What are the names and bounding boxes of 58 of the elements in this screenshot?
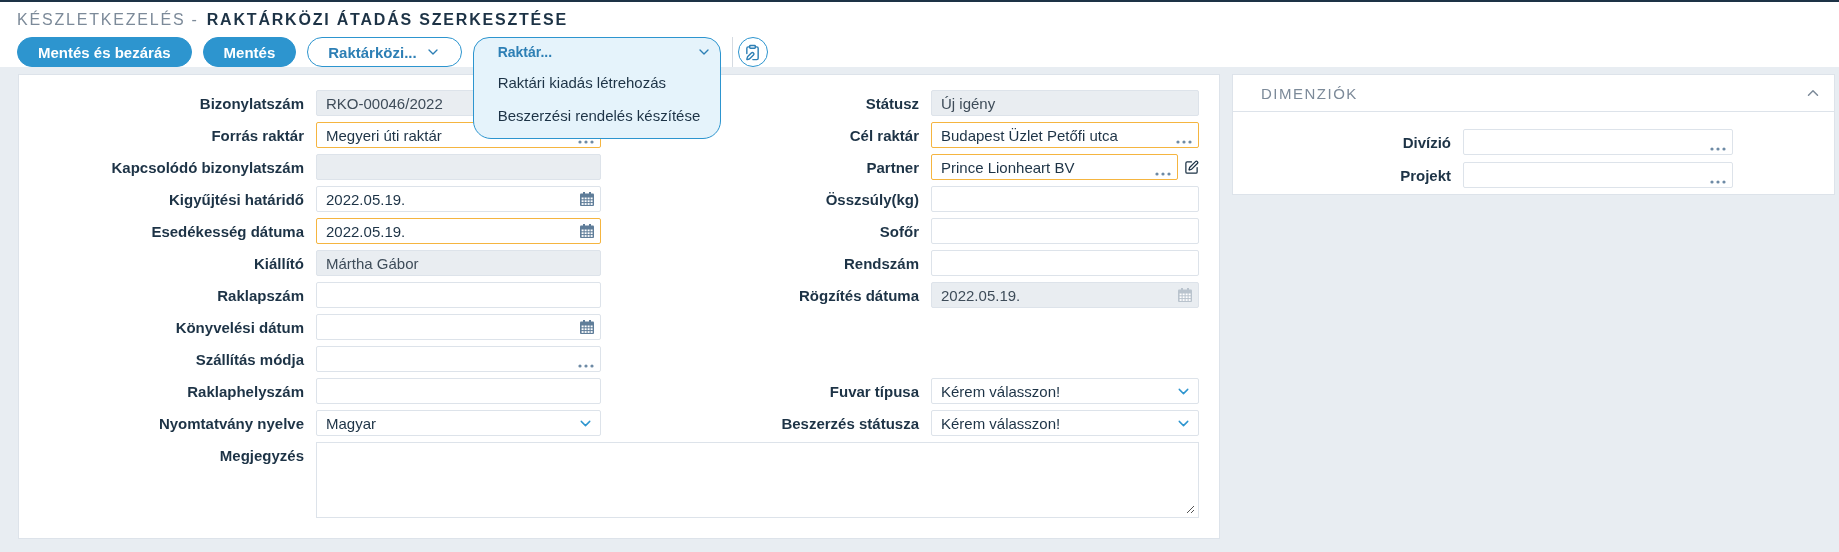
select-field[interactable]: Kérem válasszon! <box>931 378 1199 404</box>
field-label: Könyvelési dátum <box>174 318 304 336</box>
field-label: Projekt <box>1399 166 1451 184</box>
field-label: Sofőr <box>878 222 919 240</box>
input-field[interactable] <box>931 186 1199 212</box>
menu-button[interactable]: Raktárközi... <box>307 37 462 67</box>
panel-title: DIMENZIÓK <box>1261 84 1358 102</box>
field-label: Kigyűjtési határidő <box>167 190 304 208</box>
input-field[interactable] <box>1463 162 1733 188</box>
page-title: RAKTÁRKÖZI ÁTADÁS SZERKESZTÉSE <box>206 11 568 29</box>
date-field[interactable] <box>316 314 601 340</box>
input-field[interactable] <box>316 346 601 372</box>
input-field[interactable] <box>316 378 601 404</box>
calendar-icon[interactable] <box>580 320 594 334</box>
calendar-icon[interactable] <box>580 192 594 206</box>
more-icon[interactable] <box>1176 140 1192 144</box>
more-icon[interactable] <box>578 140 594 144</box>
field-label: Raklaphelyszám <box>186 382 304 400</box>
field-label: Divízió <box>1401 133 1451 151</box>
textarea-field[interactable] <box>316 442 1199 518</box>
input-field[interactable] <box>316 282 601 308</box>
field-label: Rögzítés dátuma <box>798 286 919 304</box>
calendar-icon[interactable] <box>580 224 594 238</box>
date-field[interactable]: 2022.05.19. <box>316 218 601 244</box>
field-label: Cél raktár <box>848 126 919 144</box>
more-icon[interactable] <box>578 364 594 368</box>
input-field[interactable]: Budapest Üzlet Petőfi utca <box>931 122 1199 148</box>
field-label: Összsúly(kg) <box>824 190 919 208</box>
more-icon[interactable] <box>1710 147 1726 151</box>
field-label: Státusz <box>864 94 919 112</box>
dropdown-button[interactable]: Raktár... <box>473 38 720 66</box>
clipboard-button[interactable] <box>737 37 768 67</box>
field-label: Kiállító <box>253 254 304 272</box>
field-label: Rendszám <box>842 254 919 272</box>
field-label: Esedékesség dátuma <box>150 222 304 240</box>
more-icon[interactable] <box>1155 172 1171 176</box>
input-field[interactable]: Prince Lionheart BV <box>931 154 1178 180</box>
input-field[interactable] <box>931 218 1199 244</box>
field-label: Raklapszám <box>216 286 304 304</box>
field-label: Partner <box>865 158 919 176</box>
resize-grip-icon[interactable] <box>1186 505 1195 514</box>
clipboard-icon <box>744 43 762 61</box>
field-label: Bizonylatszám <box>198 94 304 112</box>
field-label: Forrás raktár <box>210 126 304 144</box>
input-field[interactable] <box>1463 129 1733 155</box>
field-label: Szállítás módja <box>194 350 304 368</box>
field-label: Megjegyzés <box>218 446 304 464</box>
select-field[interactable]: Magyar <box>316 410 601 436</box>
select-field[interactable]: Kérem válasszon! <box>931 410 1199 436</box>
more-icon[interactable] <box>1710 180 1726 184</box>
edit-icon[interactable] <box>1184 159 1199 175</box>
field-label: Fuvar típusa <box>828 382 919 400</box>
field-label: Kapcsolódó bizonylatszám <box>110 158 304 176</box>
breadcrumb-module[interactable]: KÉSZLETKEZELÉS - <box>17 11 199 29</box>
date-field[interactable]: 2022.05.19. <box>316 186 601 212</box>
field-label: Beszerzés státusza <box>780 414 919 432</box>
input-field[interactable] <box>931 250 1199 276</box>
field-label: Nyomtatvány nyelve <box>157 414 304 432</box>
